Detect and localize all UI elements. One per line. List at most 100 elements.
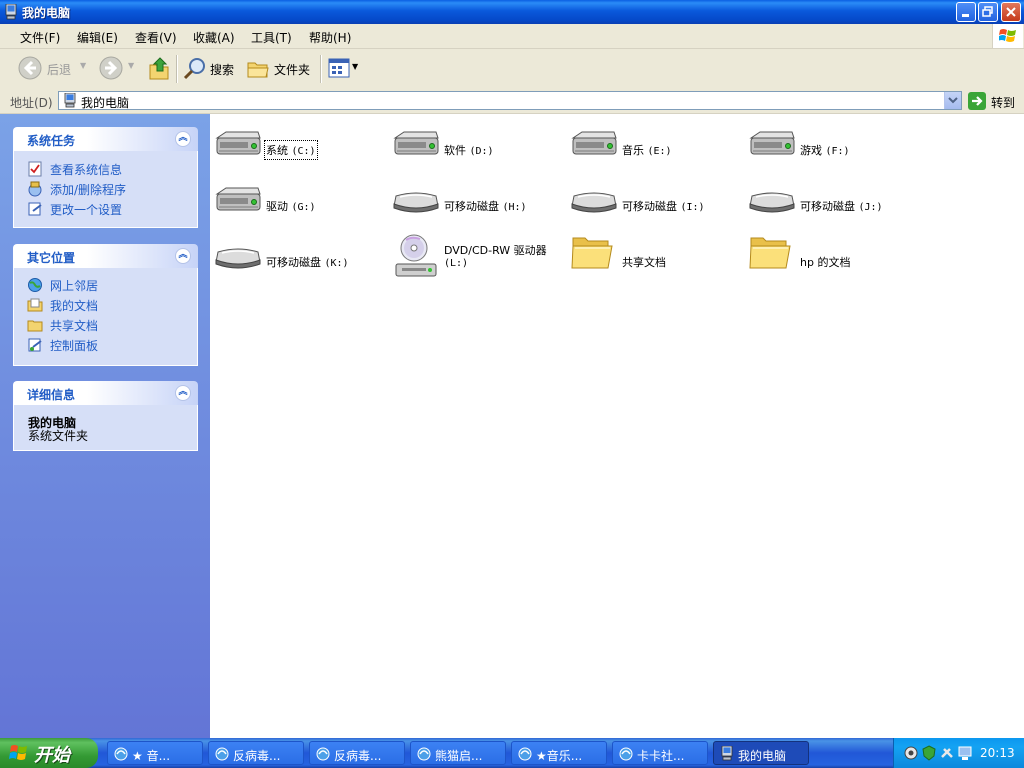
computer-icon xyxy=(64,93,76,108)
taskbar-button[interactable]: 熊猫启... xyxy=(410,741,506,765)
menu-tools[interactable]: 工具(T) xyxy=(251,29,292,46)
drive-item[interactable]: 可移动磁盘 (H:) xyxy=(392,182,564,232)
item-label: 音乐 (E:) xyxy=(622,142,672,158)
collapse-icon[interactable]: ︽ xyxy=(175,131,191,147)
views-icon xyxy=(328,58,350,78)
drive-item[interactable]: DVD/CD-RW 驱动器 (L:) xyxy=(392,234,564,288)
drive-item[interactable]: 音乐 (E:) xyxy=(570,126,742,176)
item-name: 驱动 xyxy=(266,200,288,213)
item-label: DVD/CD-RW 驱动器 (L:) xyxy=(444,245,554,270)
drive-item[interactable]: 可移动磁盘 (J:) xyxy=(748,182,920,232)
folders-button[interactable]: 文件夹 xyxy=(246,55,316,83)
forward-arrow-icon[interactable] xyxy=(99,56,123,80)
item-label: 系统 (C:) xyxy=(264,140,318,160)
other-places-header[interactable]: 其它位置 ︽ xyxy=(13,244,198,268)
removable-disk-icon xyxy=(392,184,440,219)
address-field[interactable]: 我的电脑 xyxy=(58,91,962,110)
details-header[interactable]: 详细信息 ︽ xyxy=(13,381,198,405)
tools-tray-icon[interactable] xyxy=(940,745,954,761)
drive-item[interactable]: 软件 (D:) xyxy=(392,126,564,176)
details-body: 我的电脑 系统文件夹 xyxy=(13,405,198,451)
hard-drive-icon xyxy=(570,128,618,163)
system-tasks-body: 查看系统信息 添加/删除程序 更改一个设置 xyxy=(13,151,198,228)
network-tray-icon[interactable] xyxy=(958,745,972,761)
item-name: 可移动磁盘 xyxy=(800,200,855,213)
taskbar-button[interactable]: 反病毒... xyxy=(208,741,304,765)
clock[interactable]: 20:13 xyxy=(980,746,1015,760)
title-bar[interactable]: 我的电脑 xyxy=(0,0,1024,24)
view-system-info-link[interactable]: 查看系统信息 xyxy=(50,161,122,178)
system-info-icon xyxy=(28,161,42,177)
back-button[interactable]: 后退 xyxy=(18,56,82,82)
minimize-button[interactable] xyxy=(956,2,976,22)
folder-item[interactable]: 共享文档 xyxy=(570,237,742,288)
back-dropdown-icon[interactable]: ▼ xyxy=(80,61,86,70)
collapse-icon[interactable]: ︽ xyxy=(175,385,191,401)
shield-tray-icon[interactable] xyxy=(922,745,936,761)
taskbar-button[interactable]: 反病毒... xyxy=(309,741,405,765)
hard-drive-icon xyxy=(748,128,796,163)
drive-item[interactable]: 系统 (C:) xyxy=(214,126,386,176)
folder-item[interactable]: hp 的文档 xyxy=(748,237,920,288)
taskbar-button[interactable]: 我的电脑 xyxy=(713,741,809,765)
change-setting-link[interactable]: 更改一个设置 xyxy=(50,201,122,218)
menu-file[interactable]: 文件(F) xyxy=(20,29,60,46)
internet-explorer-icon xyxy=(215,746,229,765)
up-folder-icon[interactable] xyxy=(148,55,172,81)
drive-item[interactable]: 驱动 (G:) xyxy=(214,182,386,232)
collapse-icon[interactable]: ︽ xyxy=(175,248,191,264)
go-arrow-icon xyxy=(968,92,986,110)
start-button[interactable]: 开始 xyxy=(0,738,98,768)
control-panel-link[interactable]: 控制面板 xyxy=(50,337,98,354)
shared-documents-link[interactable]: 共享文档 xyxy=(50,317,98,334)
taskbar-button-label: 熊猫启... xyxy=(435,749,483,763)
network-places-link[interactable]: 网上邻居 xyxy=(50,277,98,294)
taskbar-button-label: ★音乐... xyxy=(536,749,583,763)
menu-view[interactable]: 查看(V) xyxy=(135,29,177,46)
toolbar: 后退 ▼ ▼ 搜索 文件夹 ▼ xyxy=(0,49,1024,90)
item-name: 系统 xyxy=(266,144,288,157)
forward-dropdown-icon[interactable]: ▼ xyxy=(128,61,134,70)
address-value: 我的电脑 xyxy=(81,96,130,110)
drive-item[interactable]: 可移动磁盘 (I:) xyxy=(570,182,742,232)
taskbar: 开始 ★ 音... 反病毒... 反病毒... 熊猫启... ★音乐... 卡卡社... 我… xyxy=(0,738,1024,768)
drive-letter: (F:) xyxy=(825,146,850,157)
toolbar-separator xyxy=(320,55,322,83)
folder-icon xyxy=(570,232,614,275)
item-label: 软件 (D:) xyxy=(444,142,494,158)
antivirus-tray-icon[interactable] xyxy=(904,745,918,761)
search-button[interactable]: 搜索 xyxy=(182,55,238,83)
go-button[interactable]: 转到 xyxy=(968,91,1020,111)
internet-explorer-icon xyxy=(114,746,128,765)
menu-help[interactable]: 帮助(H) xyxy=(309,29,351,46)
item-name: 共享文档 xyxy=(622,256,666,269)
drive-item[interactable]: 游戏 (F:) xyxy=(748,126,920,176)
drive-item[interactable]: 可移动磁盘 (K:) xyxy=(214,238,386,288)
cd-drive-icon xyxy=(392,232,440,283)
windows-logo xyxy=(992,24,1023,48)
restore-icon xyxy=(982,6,993,17)
item-label: 可移动磁盘 (I:) xyxy=(622,198,705,214)
hard-drive-icon xyxy=(214,184,262,219)
internet-explorer-icon xyxy=(619,746,633,765)
search-icon xyxy=(183,58,205,80)
item-label: 可移动磁盘 (H:) xyxy=(444,198,527,214)
item-name: DVD/CD-RW 驱动器 xyxy=(444,244,547,257)
add-remove-programs-link[interactable]: 添加/删除程序 xyxy=(50,181,126,198)
close-button[interactable] xyxy=(1001,2,1021,22)
item-name: 可移动磁盘 xyxy=(266,256,321,269)
item-name: 软件 xyxy=(444,144,466,157)
computer-icon xyxy=(4,3,18,20)
address-dropdown-button[interactable] xyxy=(944,92,961,109)
system-tasks-header[interactable]: 系统任务 ︽ xyxy=(13,127,198,151)
my-documents-link[interactable]: 我的文档 xyxy=(50,297,98,314)
menu-edit[interactable]: 编辑(E) xyxy=(77,29,118,46)
views-button[interactable]: ▼ xyxy=(328,58,360,80)
item-label: 共享文档 xyxy=(622,254,666,270)
taskbar-button[interactable]: ★ 音... xyxy=(107,741,203,765)
menu-favorites[interactable]: 收藏(A) xyxy=(193,29,235,46)
address-bar: 地址(D) 我的电脑 转到 xyxy=(0,89,1024,114)
taskbar-button[interactable]: ★音乐... xyxy=(511,741,607,765)
taskbar-button[interactable]: 卡卡社... xyxy=(612,741,708,765)
restore-button[interactable] xyxy=(978,2,998,22)
